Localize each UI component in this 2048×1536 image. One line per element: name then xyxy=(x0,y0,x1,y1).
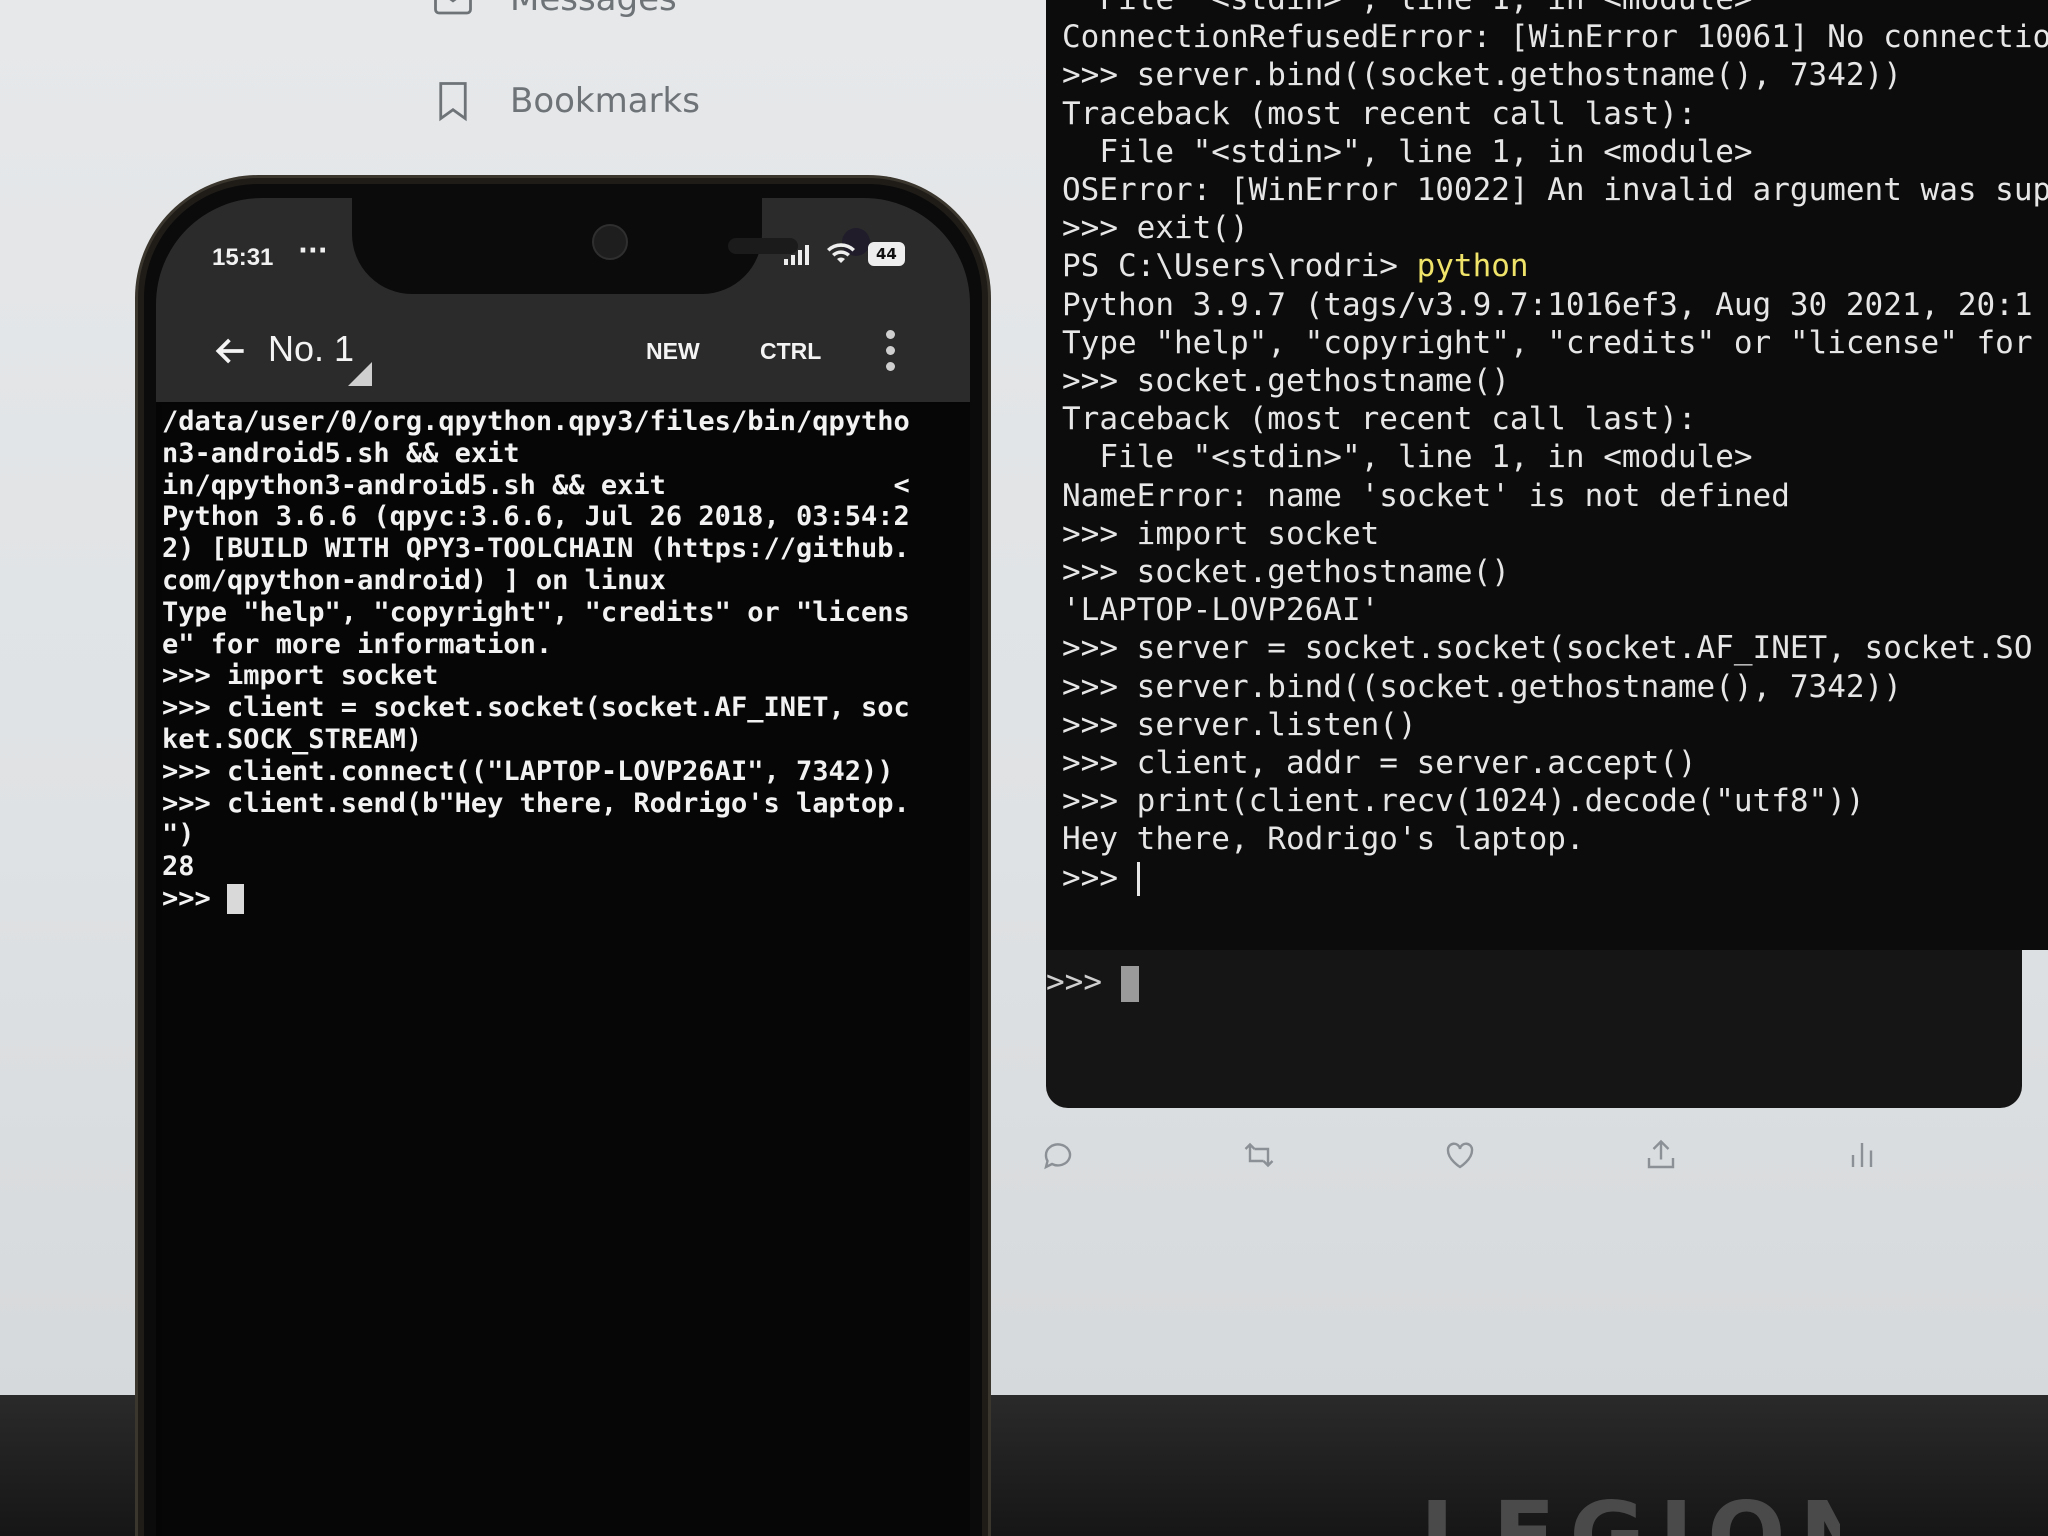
phone-terminal[interactable]: /data/user/0/org.qpython.qpy3/files/bin/… xyxy=(162,404,970,1536)
terminal-output: File "<stdin>", line 1, in <module> Conn… xyxy=(1062,0,2048,897)
signal-icon xyxy=(784,245,809,265)
sidebar-item-label: Messages xyxy=(510,0,677,19)
block-cursor xyxy=(227,884,245,915)
terminal-tab-title[interactable]: No. 1 xyxy=(268,328,354,370)
status-icons: 44 xyxy=(784,242,905,266)
status-bar: 15:31 ··· 44 xyxy=(156,198,970,302)
sidebar-item-label: Bookmarks xyxy=(510,81,700,121)
front-camera xyxy=(592,224,628,260)
reply-icon[interactable] xyxy=(1040,1137,1076,1173)
laptop-brand-logo: LEGION xyxy=(1420,1482,1840,1536)
wifi-icon xyxy=(827,243,855,263)
share-icon[interactable] xyxy=(1643,1137,1679,1173)
ctrl-button[interactable]: CTRL xyxy=(760,338,821,365)
text-cursor xyxy=(1136,862,1140,897)
tweet-actions xyxy=(1040,1130,1880,1180)
phone-terminal-output: /data/user/0/org.qpython.qpy3/files/bin/… xyxy=(162,406,910,915)
prompt-path: PS C:\Users\rodri> xyxy=(1062,248,1417,285)
analytics-icon[interactable] xyxy=(1844,1137,1880,1173)
terminal-prompt: >>> xyxy=(1046,964,1139,1002)
retweet-icon[interactable] xyxy=(1241,1137,1277,1173)
overflow-menu-icon[interactable] xyxy=(886,330,895,371)
new-button[interactable]: NEW xyxy=(646,338,700,365)
more-notifications-icon: ··· xyxy=(298,236,328,266)
phone-screen: 15:31 ··· 44 No. 1 NEW CTRL /data/user/0… xyxy=(156,198,970,1536)
sidebar-item-bookmarks[interactable]: Bookmarks xyxy=(432,80,700,122)
secondary-terminal[interactable]: >>> xyxy=(1046,950,2022,1108)
desktop-terminal[interactable]: File "<stdin>", line 1, in <module> Conn… xyxy=(1046,0,2048,950)
bookmark-icon xyxy=(439,82,467,122)
back-arrow-icon[interactable] xyxy=(212,332,250,370)
prompt-command: python xyxy=(1416,248,1529,285)
notch xyxy=(352,198,870,294)
app-toolbar: No. 1 NEW CTRL xyxy=(156,302,970,402)
tab-dropdown-icon[interactable] xyxy=(348,362,372,386)
mail-icon xyxy=(434,0,472,15)
phone: 15:31 ··· 44 No. 1 NEW CTRL /data/user/0… xyxy=(138,178,988,1536)
sidebar-item-messages[interactable]: Messages xyxy=(432,0,677,20)
block-cursor xyxy=(1120,965,1139,1002)
heart-icon[interactable] xyxy=(1442,1137,1478,1173)
status-time: 15:31 xyxy=(212,244,274,271)
battery-level: 44 xyxy=(868,242,905,266)
